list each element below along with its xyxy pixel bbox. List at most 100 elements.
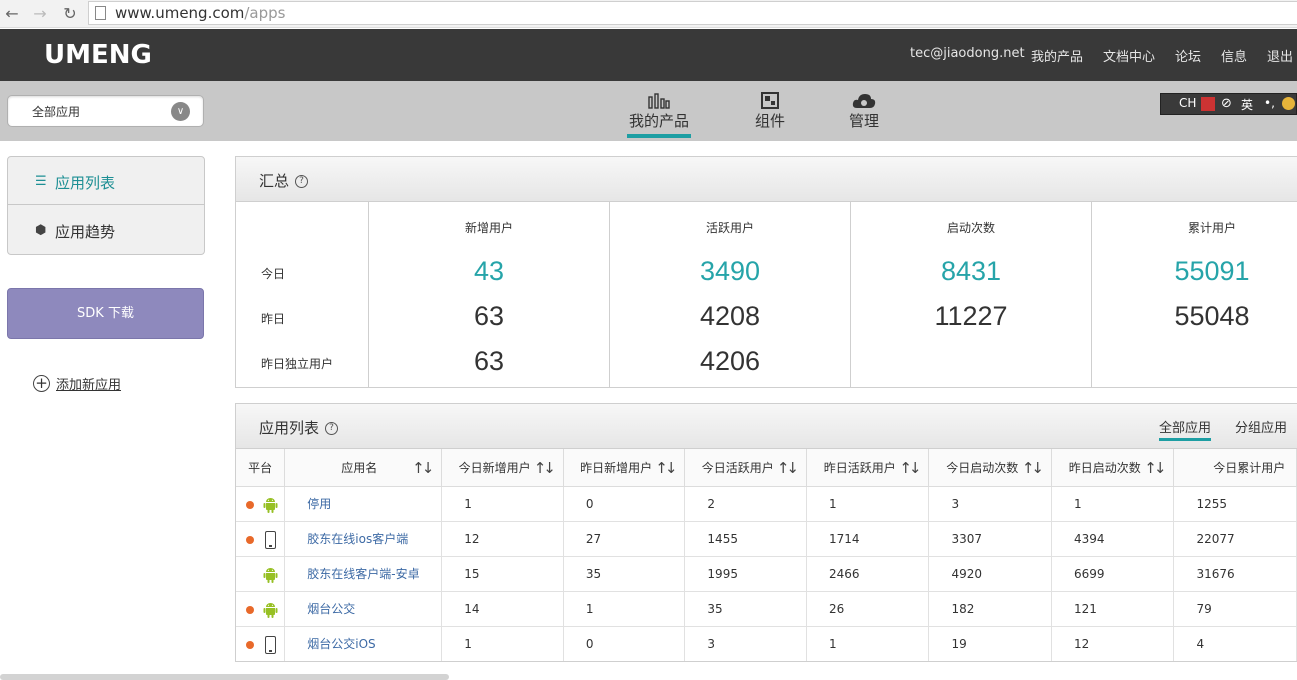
metric-cell: 0: [563, 486, 686, 522]
summary-col-header: 累计用户: [1187, 221, 1236, 235]
app-list-title: 应用列表?: [259, 417, 339, 438]
sort-icon[interactable]: ↑↓: [412, 459, 434, 477]
phone-icon: [265, 530, 276, 549]
sidebar-item-app-trend[interactable]: ⬢ 应用趋势: [8, 206, 204, 254]
tab-my-products-label: 我的产品: [628, 112, 689, 130]
tab-manage-label: 管理: [848, 112, 879, 130]
metric-cell: 121: [1051, 591, 1175, 627]
sidebar-menu: ☰ 应用列表 ⬢ 应用趋势: [7, 156, 205, 255]
summary-value-today: 43: [473, 256, 505, 286]
reload-icon[interactable]: ↻: [60, 4, 80, 24]
address-bar[interactable]: www.umeng.com/apps: [88, 1, 1297, 25]
col-header-today-total[interactable]: 今日累计用户: [1173, 449, 1297, 487]
summary-col-active-users: 活跃用户 3490 4208 4206: [609, 202, 850, 388]
metric-cell: 3307: [928, 521, 1052, 557]
brand-text: UMENG: [44, 40, 152, 70]
sidebar-item-label: 应用趋势: [55, 223, 116, 241]
table-row[interactable]: 烟台公交iOS 1 0 3 1 19 12 4: [236, 626, 1297, 661]
metric-cell: 22077: [1173, 521, 1297, 557]
app-name-link[interactable]: 烟台公交iOS: [284, 626, 443, 661]
col-header-yesterday-launches[interactable]: 昨日启动次数 ↑↓: [1051, 449, 1175, 487]
account-email-link[interactable]: tec@jiaodong.net: [910, 46, 1025, 61]
app-name-link[interactable]: 胶东在线客户端-安卓: [284, 556, 443, 592]
metric-cell: 1: [806, 626, 930, 661]
table-row[interactable]: 烟台公交 14 1 35 26 182 121 79: [236, 591, 1297, 627]
table-row[interactable]: 胶东在线ios客户端 12 27 1455 1714 3307 4394 22077: [236, 521, 1297, 557]
forward-icon[interactable]: →: [30, 4, 50, 24]
horizontal-scrollbar[interactable]: [0, 674, 449, 680]
sort-icon[interactable]: ↑↓: [655, 459, 677, 477]
tab-all-apps[interactable]: 全部应用: [1159, 417, 1212, 441]
messages-link[interactable]: 信息: [1221, 46, 1247, 65]
summary-value-unique: 63: [473, 346, 505, 376]
logout-link[interactable]: 退出: [1267, 46, 1293, 65]
metric-cell: 1995: [684, 556, 807, 592]
sort-icon[interactable]: ↑↓: [899, 459, 921, 477]
app-name-link[interactable]: 胶东在线ios客户端: [284, 521, 443, 557]
summary-value-today: 3490: [699, 256, 761, 286]
metric-cell: 4: [1173, 626, 1297, 661]
cloud-gear-icon: [847, 89, 881, 109]
col-header-today-launches[interactable]: 今日启动次数 ↑↓: [928, 449, 1052, 487]
sort-icon[interactable]: ↑↓: [1022, 459, 1044, 477]
help-icon[interactable]: ?: [325, 422, 339, 435]
help-icon[interactable]: ?: [295, 175, 309, 188]
ime-toolbar[interactable]: CH ⊘ 英 •,: [1160, 93, 1297, 115]
sort-icon[interactable]: ↑↓: [534, 459, 556, 477]
summary-value-unique: 4206: [699, 346, 761, 376]
tab-manage[interactable]: 管理: [847, 89, 881, 131]
metric-cell: 1714: [806, 521, 930, 557]
tab-my-products[interactable]: 我的产品: [627, 89, 691, 138]
sort-icon[interactable]: ↑↓: [777, 459, 799, 477]
table-row[interactable]: 停用 1 0 2 1 3 1 1255: [236, 486, 1297, 522]
docs-link[interactable]: 文档中心: [1103, 46, 1155, 65]
phone-icon: [265, 635, 276, 654]
metric-cell: 79: [1173, 591, 1297, 627]
summary-value-today: 8431: [940, 256, 1002, 286]
metric-cell: 4920: [928, 556, 1052, 592]
tab-grouped-apps[interactable]: 分组应用: [1235, 417, 1287, 436]
forum-link[interactable]: 论坛: [1175, 46, 1201, 65]
sidebar-item-app-list[interactable]: ☰ 应用列表: [8, 157, 204, 205]
tab-components-label: 组件: [754, 112, 785, 130]
metric-cell: 35: [684, 591, 807, 627]
app-name-link[interactable]: 停用: [284, 486, 443, 522]
col-header-app-name[interactable]: 应用名 ↑↓: [284, 449, 443, 487]
app-select-dropdown[interactable]: 全部应用 ∨: [7, 95, 204, 127]
col-header-today-new[interactable]: 今日新增用户 ↑↓: [441, 449, 564, 487]
add-app-label: 添加新应用: [56, 378, 122, 393]
ime-skin-icon: [1201, 97, 1215, 111]
summary-panel: 汇总? 今日 昨日 昨日独立用户 新增用户 43 63 63 活跃用户 3490…: [235, 156, 1297, 388]
sort-icon[interactable]: ↑↓: [1144, 459, 1166, 477]
metric-cell: 12: [441, 521, 564, 557]
table-row[interactable]: 胶东在线客户端-安卓 15 35 1995 2466 4920 6699 31676: [236, 556, 1297, 592]
my-products-link[interactable]: 我的产品: [1031, 46, 1083, 65]
ime-mode: 英: [1241, 98, 1254, 112]
tab-components[interactable]: 组件: [753, 89, 787, 131]
metric-cell: 3: [928, 486, 1052, 522]
col-header-today-active[interactable]: 今日活跃用户 ↑↓: [684, 449, 807, 487]
col-header-yesterday-active[interactable]: 昨日活跃用户 ↑↓: [806, 449, 930, 487]
ime-lang: CH: [1179, 96, 1197, 110]
punctuation-icon: •,: [1264, 96, 1275, 110]
back-icon[interactable]: ←: [2, 4, 22, 24]
metric-cell: 6699: [1051, 556, 1175, 592]
emoji-icon: [1282, 97, 1295, 110]
metric-cell: 3: [684, 626, 807, 661]
summary-header: 汇总?: [236, 157, 1297, 202]
metric-cell: 26: [806, 591, 930, 627]
umeng-logo[interactable]: UMENG: [44, 40, 152, 70]
metric-cell: 1: [441, 486, 564, 522]
metric-cell: 31676: [1173, 556, 1297, 592]
app-select-value: 全部应用: [32, 105, 81, 119]
sdk-download-button[interactable]: SDK 下载: [7, 288, 204, 339]
table-header-row: 平台 应用名 ↑↓ 今日新增用户 ↑↓ 昨日新增用户 ↑↓ 今日活跃用户 ↑↓ 昨日活跃…: [236, 449, 1297, 487]
metric-cell: 15: [441, 556, 564, 592]
add-app-link[interactable]: + 添加新应用: [33, 374, 121, 393]
active-tab-indicator: [627, 134, 691, 138]
status-dot: [246, 500, 254, 509]
col-header-yesterday-new[interactable]: 昨日新增用户 ↑↓: [563, 449, 686, 487]
app-name-link[interactable]: 烟台公交: [284, 591, 443, 627]
col-header-platform: 平台: [236, 449, 286, 487]
platform-cell: [236, 626, 286, 661]
